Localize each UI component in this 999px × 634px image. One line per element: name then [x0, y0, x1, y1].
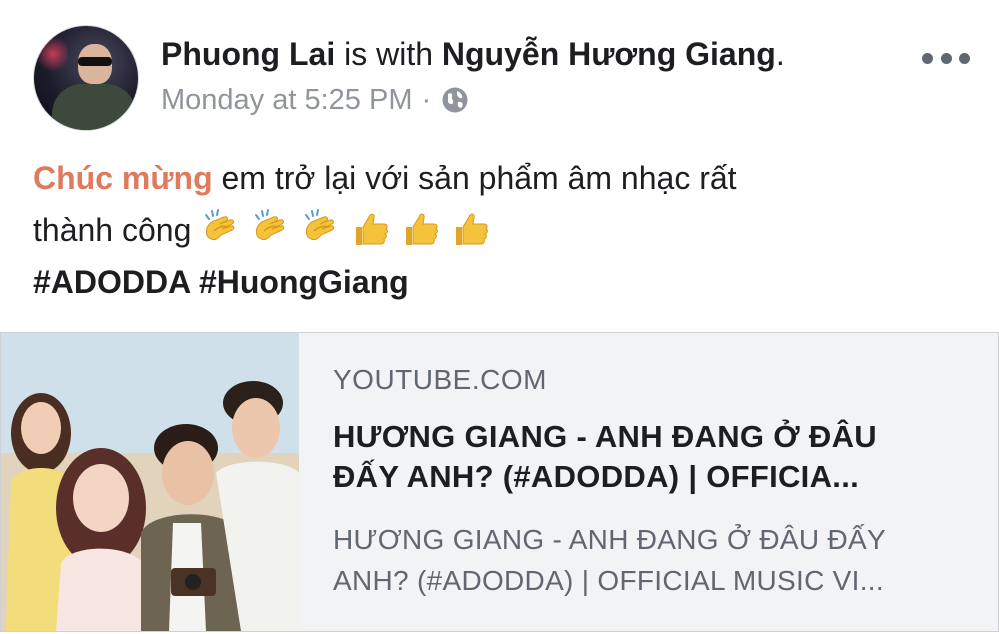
link-title[interactable]: HƯƠNG GIANG - ANH ĐANG Ở ĐÂU ĐẤY ANH? (#…	[333, 417, 973, 497]
link-title-line-2: ĐẤY ANH? (#ADODDA) | OFFICIA...	[333, 459, 860, 494]
hashtags[interactable]: #ADODDA #HuongGiang	[33, 256, 933, 308]
link-description: HƯƠNG GIANG - ANH ĐANG Ở ĐÂU ĐẤY ANH? (#…	[333, 519, 973, 601]
message-link[interactable]: Chúc mừng	[33, 160, 213, 196]
thumbs-up-emoji	[456, 213, 489, 245]
tagged-friend-link[interactable]: Nguyễn Hương Giang	[442, 36, 776, 72]
message-line-2: thành công	[33, 204, 933, 256]
globe-icon[interactable]	[440, 85, 470, 115]
link-title-line-1: HƯƠNG GIANG - ANH ĐANG Ở ĐÂU	[333, 419, 877, 454]
header-period: .	[775, 36, 785, 72]
link-preview-card[interactable]: YOUTUBE.COM HƯƠNG GIANG - ANH ĐANG Ở ĐÂU…	[0, 332, 999, 632]
message-text-1: em trở lại với sản phẩm âm nhạc rất	[212, 160, 737, 196]
avatar-body	[52, 84, 136, 130]
post-message: Chúc mừng em trở lại với sản phẩm âm nhạ…	[33, 152, 933, 308]
video-thumbnail[interactable]	[1, 333, 299, 631]
avatar-background-light	[38, 34, 68, 74]
clapping-hands-emoji	[305, 209, 335, 241]
link-domain: YOUTUBE.COM	[333, 364, 547, 395]
meta-separator: ·	[421, 84, 432, 116]
more-dot	[959, 52, 970, 64]
thumbs-up-emoji	[356, 213, 389, 245]
thumbnail-illustration	[1, 333, 299, 631]
author-avatar[interactable]	[33, 25, 139, 131]
thumbs-up-emoji	[406, 213, 439, 245]
post-header: Phuong Lai is with Nguyễn Hương Giang.	[161, 34, 785, 74]
author-name-link[interactable]: Phuong Lai	[161, 36, 335, 72]
message-text-2: thành công	[33, 212, 201, 248]
link-preview-text: YOUTUBE.COM HƯƠNG GIANG - ANH ĐANG Ở ĐÂU…	[333, 363, 973, 601]
link-description-line-1: HƯƠNG GIANG - ANH ĐANG Ở ĐÂU ĐẤY	[333, 524, 886, 555]
more-options-icon[interactable]	[922, 48, 970, 68]
clapping-hands-emoji	[205, 209, 235, 241]
more-dot	[940, 52, 952, 64]
more-dot	[922, 52, 933, 64]
post-meta: Monday at 5:25 PM ·	[161, 82, 470, 118]
clapping-hands-emoji	[255, 209, 285, 241]
with-text: is with	[344, 36, 433, 72]
post-timestamp[interactable]: Monday at 5:25 PM	[161, 82, 412, 118]
link-description-line-2: ANH? (#ADODDA) | OFFICIAL MUSIC VI...	[333, 565, 884, 596]
message-line-1: Chúc mừng em trở lại với sản phẩm âm nhạ…	[33, 152, 933, 204]
facebook-post: Phuong Lai is with Nguyễn Hương Giang. M…	[0, 0, 999, 634]
avatar-sunglasses	[78, 57, 112, 66]
